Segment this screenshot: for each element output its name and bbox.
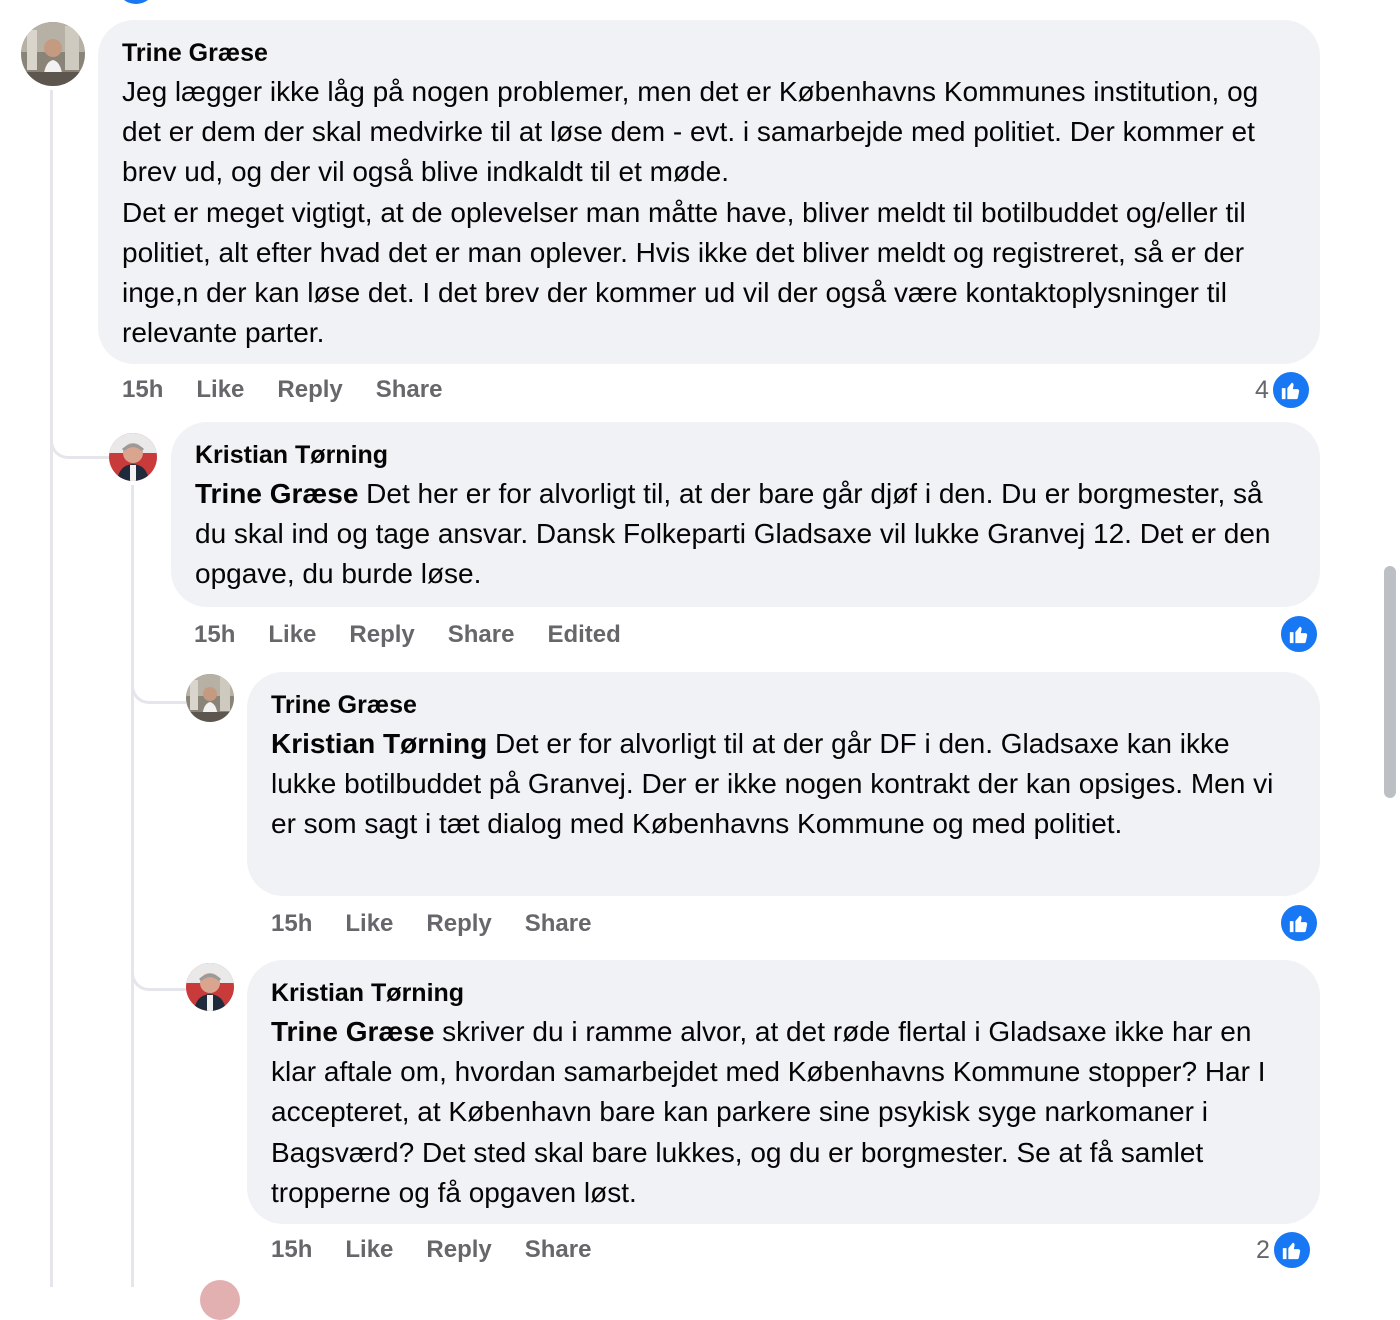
comment-bubble: Trine Græse Kristian Tørning Det er for … [247, 672, 1320, 896]
like-button[interactable]: Like [345, 1236, 393, 1264]
thread-line-reply [131, 485, 134, 1287]
comment-text: Trine Græse Det her er for alvorligt til… [195, 474, 1296, 595]
reaction-summary[interactable] [1279, 614, 1319, 654]
reaction-count: 2 [1256, 1235, 1270, 1264]
share-button[interactable]: Share [448, 621, 515, 649]
comment-text: Trine Græse skriver du i ramme alvor, at… [271, 1012, 1296, 1213]
mention-link[interactable]: Kristian Tørning [271, 728, 487, 759]
avatar[interactable] [186, 963, 234, 1011]
avatar[interactable] [186, 674, 234, 722]
share-button[interactable]: Share [376, 376, 443, 404]
comment-text: Kristian Tørning Det er for alvorligt ti… [271, 724, 1296, 845]
mention-link[interactable]: Trine Græse [195, 478, 358, 509]
like-button[interactable]: Like [268, 621, 316, 649]
comment-author[interactable]: Trine Græse [122, 38, 1296, 68]
reaction-summary[interactable] [1279, 903, 1319, 943]
comment-timestamp[interactable]: 15h [271, 910, 312, 938]
comment-author[interactable]: Trine Græse [271, 690, 1296, 720]
thumbs-up-icon [1271, 1230, 1312, 1270]
partial-reaction-icon [118, 0, 154, 4]
share-button[interactable]: Share [525, 910, 592, 938]
comment-actions: 15h Like Reply Share [271, 910, 624, 938]
reply-button[interactable]: Reply [426, 1236, 491, 1264]
comment-bubble: Kristian Tørning Trine Græse skriver du … [247, 960, 1320, 1224]
comment-paragraph: Jeg lægger ikke låg på nogen problemer, … [122, 76, 1259, 188]
comment-actions: 15h Like Reply Share [122, 376, 475, 404]
like-button[interactable]: Like [196, 376, 244, 404]
thread-connector [131, 950, 186, 991]
comment-actions: 15h Like Reply Share [271, 1236, 624, 1264]
avatar-partial [200, 1280, 240, 1320]
comment-paragraph: Det er meget vigtigt, at de oplevelser m… [122, 196, 1246, 349]
comment-timestamp[interactable]: 15h [122, 376, 163, 404]
avatar[interactable] [21, 22, 85, 86]
comment-author[interactable]: Kristian Tørning [271, 978, 1296, 1008]
thread-line-root [50, 90, 53, 1287]
comment-actions: 15h Like Reply Share Edited [194, 621, 654, 649]
thread-connector [131, 665, 186, 704]
thumbs-up-icon [1279, 903, 1319, 943]
like-button[interactable]: Like [345, 910, 393, 938]
comment-text: Jeg lægger ikke låg på nogen problemer, … [122, 72, 1296, 353]
comment-author[interactable]: Kristian Tørning [195, 440, 1296, 470]
comment-bubble: Kristian Tørning Trine Græse Det her er … [171, 422, 1320, 607]
comment-bubble: Trine Græse Jeg lægger ikke låg på nogen… [98, 20, 1320, 364]
comment-timestamp[interactable]: 15h [271, 1236, 312, 1264]
reaction-summary[interactable]: 4 [1255, 370, 1311, 410]
comment-timestamp[interactable]: 15h [194, 621, 235, 649]
reply-button[interactable]: Reply [426, 910, 491, 938]
edited-label[interactable]: Edited [547, 621, 620, 649]
scrollbar-thumb[interactable] [1384, 566, 1396, 798]
thumbs-up-icon [1270, 370, 1311, 410]
reaction-count: 4 [1255, 375, 1269, 404]
reply-button[interactable]: Reply [349, 621, 414, 649]
thumbs-up-icon [1279, 614, 1319, 654]
mention-link[interactable]: Trine Græse [271, 1016, 434, 1047]
avatar[interactable] [109, 433, 157, 481]
reaction-summary[interactable]: 2 [1256, 1230, 1312, 1270]
reply-button[interactable]: Reply [277, 376, 342, 404]
share-button[interactable]: Share [525, 1236, 592, 1264]
thread-connector [50, 420, 109, 459]
